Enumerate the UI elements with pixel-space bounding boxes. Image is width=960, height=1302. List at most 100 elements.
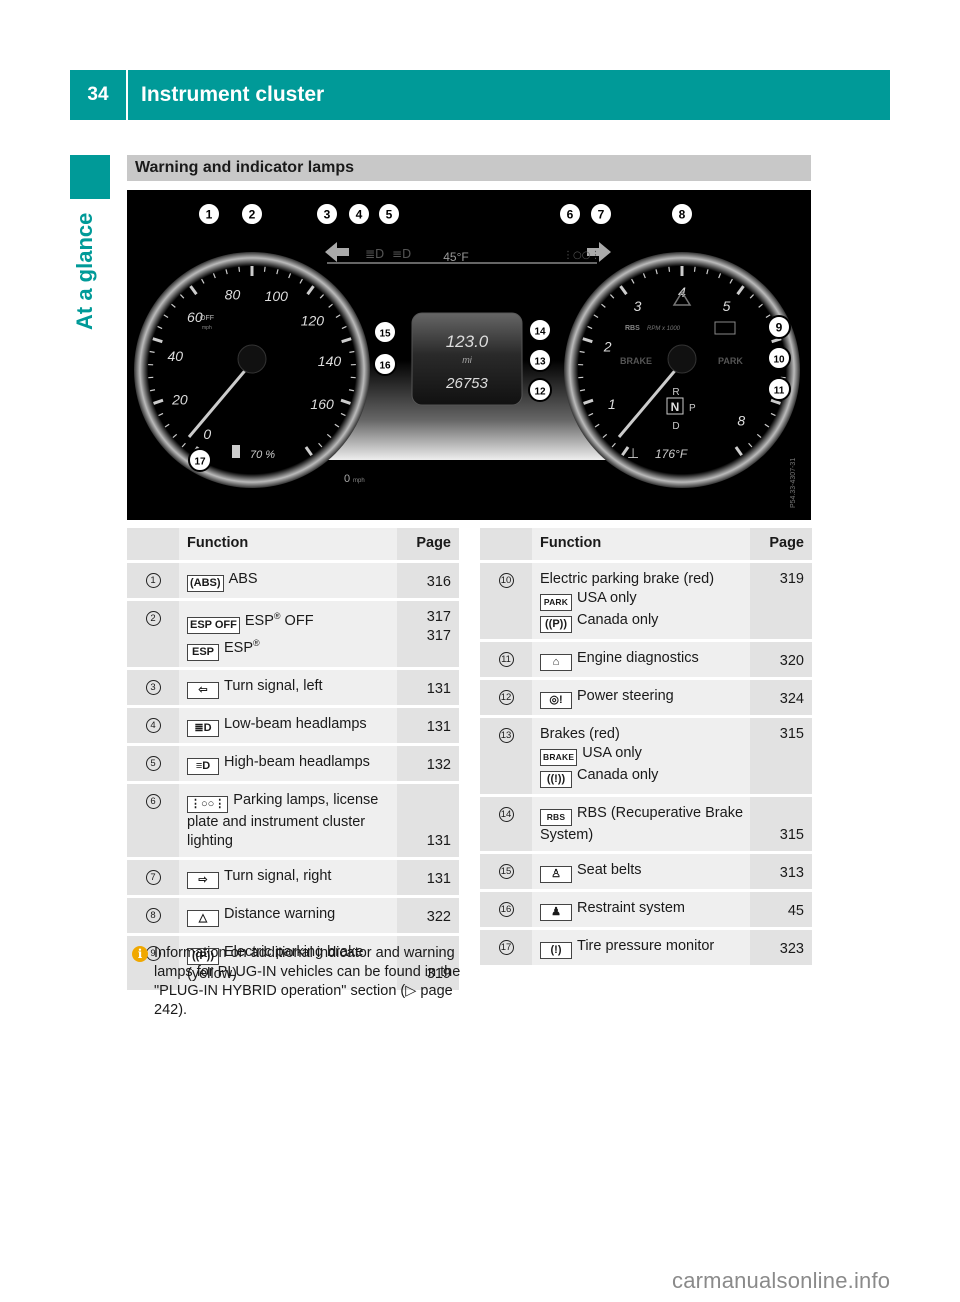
function-line: ⋮○○⋮ Parking lamps, license plate and ins… [187, 791, 393, 851]
header-num [127, 528, 179, 563]
rbs-lamp: RBS [625, 325, 640, 332]
table-row: 6 ⋮○○⋮ Parking lamps, license plate and in… [127, 782, 459, 861]
odometer-value: 26753 [445, 375, 488, 392]
page-ref[interactable]: 319 [750, 570, 804, 589]
page-ref[interactable] [750, 589, 804, 608]
function-text: Brakes (red) [540, 725, 620, 742]
callout-number: 12 [498, 689, 514, 705]
function-line: ◎! Power steering [540, 687, 746, 709]
page-ref[interactable] [750, 744, 804, 763]
parking-lamps-icon: ⋮○○⋮ [187, 796, 229, 814]
low-beam-icon: ≣D [187, 720, 219, 738]
row-page: 313 [750, 852, 812, 892]
esp-unit: mph [202, 325, 212, 331]
function-line: ⇨ Turn signal, right [187, 867, 393, 890]
page-ref[interactable]: 316 [397, 573, 451, 592]
gauge-tick-label: 5 [723, 298, 731, 314]
function-text: High-beam headlamps [224, 754, 370, 771]
callout-6: 6 [558, 202, 582, 226]
page-ref[interactable]: 313 [750, 864, 804, 883]
page-ref[interactable]: 323 [750, 940, 804, 959]
row-number: 13 [480, 716, 532, 797]
parking-brake-icon: ((P)) [540, 615, 572, 633]
rbs-icon: RBS [540, 808, 572, 826]
row-page: 315 [750, 716, 812, 797]
table-row: 5 ≡D High-beam headlamps 132 [127, 744, 459, 785]
callout-number: 3 [145, 680, 161, 696]
callout-number: 5 [145, 756, 161, 772]
info-note: i Information on additional indicator an… [132, 944, 472, 1020]
function-text: Power steering [577, 687, 674, 704]
info-icon: i [132, 946, 148, 962]
row-number: 16 [480, 890, 532, 930]
svg-text:1: 1 [206, 208, 213, 222]
engine-icon: ⌂ [540, 653, 572, 671]
page-ref[interactable]: 317 [397, 627, 451, 646]
page-ref[interactable]: 317 [397, 608, 451, 627]
header-function: Function [532, 528, 750, 563]
callout-number: 17 [498, 939, 514, 955]
callout-number: 6 [145, 794, 161, 810]
function-line: BRAKE USA only [540, 744, 746, 766]
gear-lower: D [672, 421, 679, 432]
gauge-tick-label: 140 [318, 353, 342, 369]
svg-text:6: 6 [567, 208, 574, 222]
function-text: Tire pressure monitor [577, 937, 715, 954]
function-line: △ Distance warning [187, 905, 393, 928]
callout-8: 8 [670, 202, 694, 226]
high-beam-icon: ≡D [187, 758, 219, 776]
fuel-level: 70 % [250, 449, 275, 461]
row-page: 322 [397, 896, 459, 937]
page-ref[interactable]: 322 [397, 908, 451, 927]
esp-off-icon: ESP OFF [187, 617, 240, 635]
page-ref[interactable] [750, 763, 804, 782]
header-function: Function [179, 528, 397, 563]
page-ref[interactable]: 131 [397, 718, 451, 737]
info-note-text: Information on additional indicator and … [132, 944, 472, 1020]
callout-12: 12 [528, 378, 552, 402]
gauge-tick-label: 1 [608, 396, 616, 412]
gear-upper: R [672, 387, 679, 398]
fuel-icon [232, 445, 240, 458]
page-ref[interactable] [750, 608, 804, 627]
gauge-tick-label: 20 [171, 392, 188, 408]
row-page: 131 [397, 858, 459, 899]
chapter-title: Instrument cluster [128, 70, 890, 120]
gauge-tick-label: 3 [634, 298, 642, 314]
callout-5: 5 [377, 202, 401, 226]
page-ref[interactable]: 315 [750, 725, 804, 744]
header-num [480, 528, 532, 563]
function-text: ESP® OFF [244, 611, 314, 630]
row-function: ⇦ Turn signal, left [179, 668, 397, 709]
page-ref[interactable]: 45 [750, 902, 804, 921]
page-ref[interactable]: 315 [750, 826, 804, 845]
callout-11: 11 [767, 377, 791, 401]
row-number: 6 [127, 782, 179, 861]
page-ref[interactable]: 324 [750, 690, 804, 709]
page-ref[interactable]: 131 [397, 832, 451, 851]
svg-text:17: 17 [194, 457, 206, 468]
gear-right: P [689, 403, 696, 414]
rpm-label: RPM x 1000 [647, 326, 681, 332]
gauge-tick-label: 8 [737, 413, 745, 429]
callout-number: 10 [498, 572, 514, 588]
page-ref[interactable]: 131 [397, 870, 451, 889]
tire-pressure-icon: (!) [540, 941, 572, 959]
callout-number: 15 [498, 863, 514, 879]
page-ref[interactable]: 132 [397, 756, 451, 775]
svg-text:13: 13 [534, 357, 546, 368]
function-text: Electric parking brake (red) [540, 570, 715, 587]
parking-lamp: ⋮○○⋮ [563, 250, 600, 261]
image-code: P54.33-4307-31 [790, 458, 797, 508]
svg-text:12: 12 [534, 387, 546, 398]
table-header-row: Function Page [127, 528, 459, 563]
svg-text:7: 7 [598, 208, 605, 222]
function-line: ♙ Seat belts [540, 861, 746, 883]
function-line: ((!)) Canada only [540, 766, 746, 788]
row-function: Electric parking brake (red) PARK USA only… [532, 561, 750, 642]
trip-value: 123.0 [446, 332, 489, 351]
page-ref[interactable]: 320 [750, 652, 804, 671]
row-number: 12 [480, 678, 532, 718]
page-ref[interactable]: 131 [397, 680, 451, 699]
function-text: ABS [228, 570, 258, 587]
